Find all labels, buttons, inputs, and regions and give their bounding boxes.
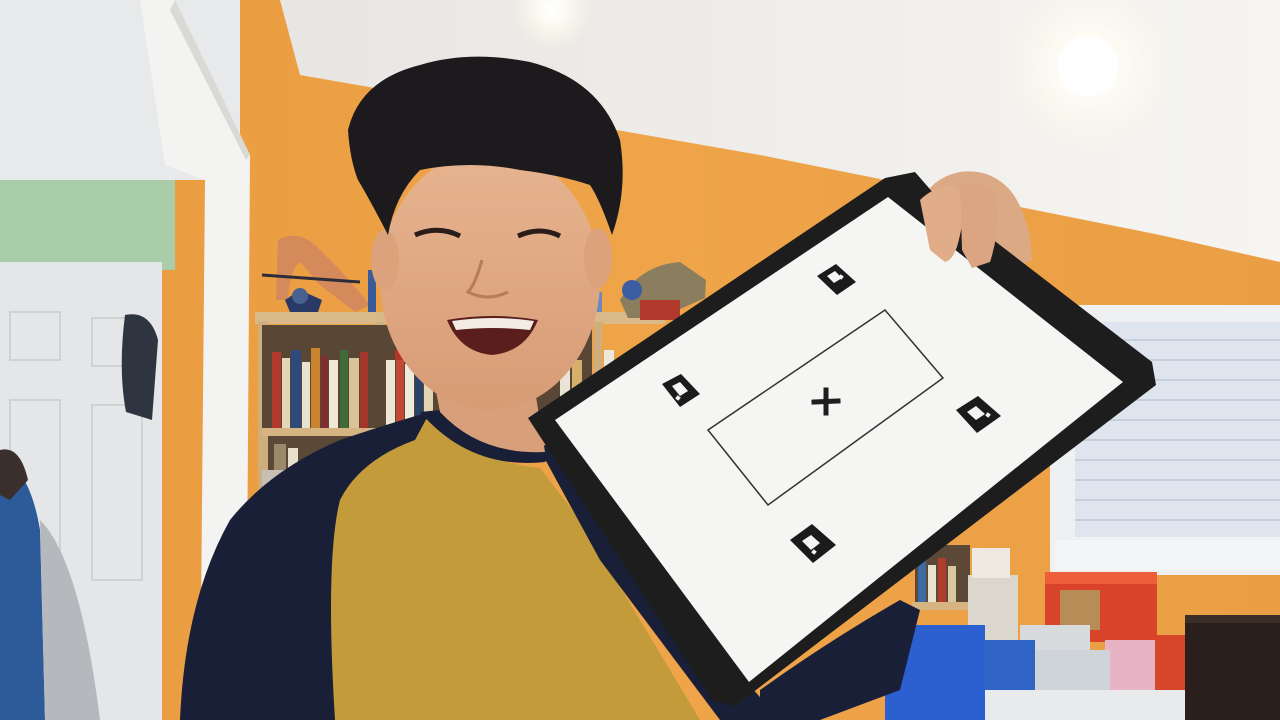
hallway-wall [0,180,175,270]
webcam-photo [0,0,1280,720]
ear-right [584,228,612,288]
photo-scene [0,0,1280,720]
window-sill [1055,540,1280,570]
hanging-cap [121,314,158,420]
ear-left [371,230,399,290]
face [380,150,600,410]
fingers-back [960,182,998,268]
ceiling-light-bulb [1058,36,1118,96]
